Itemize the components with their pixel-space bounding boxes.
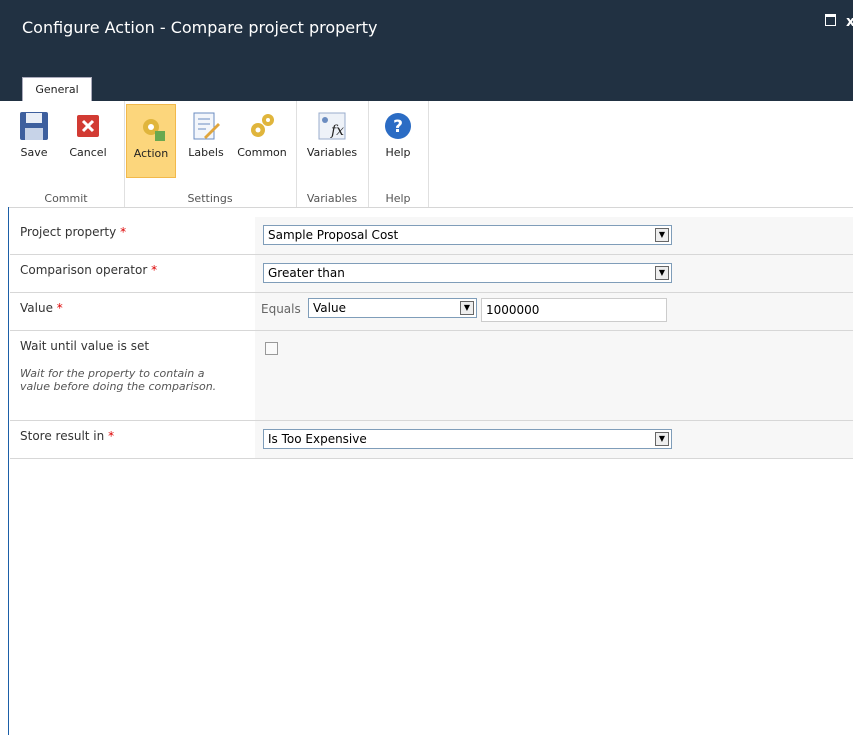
store-result-in-label: Store result in * [20, 429, 115, 443]
comparison-operator-input-cell: Greater than ▼ [255, 255, 853, 292]
row-comparison-operator: Comparison operator * Greater than ▼ [10, 255, 853, 293]
form-spacer [10, 207, 853, 217]
comparison-operator-select[interactable]: Greater than ▼ [263, 263, 672, 283]
row-value: Value * Equals Value ▼ 1000000 [10, 293, 853, 331]
cancel-label: Cancel [69, 146, 107, 159]
project-property-input-cell: Sample Proposal Cost ▼ [255, 217, 853, 254]
labels-label: Labels [188, 146, 224, 159]
cancel-button[interactable]: Cancel [62, 104, 114, 176]
variables-button[interactable]: fx Variables [304, 104, 360, 176]
help-button[interactable]: ? Help [376, 104, 420, 176]
comparison-operator-label: Comparison operator * [20, 263, 158, 277]
common-gear-icon [251, 114, 274, 137]
required-mark: * [56, 301, 63, 315]
help-label: Help [385, 146, 411, 159]
required-mark: * [151, 263, 158, 277]
dialog-title-bar: Configure Action - Compare project prope… [0, 0, 853, 102]
value-input-cell: Equals Value ▼ 1000000 [255, 293, 853, 330]
window-controls: x [819, 14, 853, 30]
cancel-icon [77, 115, 99, 137]
ribbon-group-label-help: Help [385, 192, 411, 205]
chevron-down-icon[interactable]: ▼ [655, 432, 669, 446]
wait-until-set-input-cell [255, 331, 853, 420]
value-type-select[interactable]: Value ▼ [308, 298, 477, 318]
value-input[interactable]: 1000000 [481, 298, 667, 322]
common-button[interactable]: Common [234, 104, 290, 176]
value-label: Value * [20, 301, 63, 315]
project-property-label: Project property * [20, 225, 127, 239]
project-property-select[interactable]: Sample Proposal Cost ▼ [263, 225, 672, 245]
store-result-in-select[interactable]: Is Too Expensive ▼ [263, 429, 672, 449]
close-icon[interactable]: x [846, 14, 853, 30]
ribbon: Save Cancel Commit Action Labels Common … [8, 101, 853, 208]
ribbon-group-settings: Action Labels Common Settings [124, 101, 297, 207]
action-button[interactable]: Action [126, 104, 176, 178]
action-label: Action [133, 147, 169, 160]
left-border [8, 207, 9, 735]
ribbon-group-variables: fx Variables Variables [296, 101, 369, 207]
wait-until-set-label: Wait until value is set [20, 339, 150, 353]
store-result-in-input-cell: Is Too Expensive ▼ [255, 421, 853, 458]
ribbon-group-commit: Save Cancel Commit [8, 101, 125, 207]
chevron-down-icon[interactable]: ▼ [655, 266, 669, 280]
action-gear-icon [143, 119, 165, 141]
row-store-result-in: Store result in * Is Too Expensive ▼ [10, 421, 853, 459]
variables-label: Variables [306, 146, 358, 159]
wait-until-set-checkbox[interactable] [265, 342, 278, 355]
ribbon-group-label-settings: Settings [187, 192, 233, 205]
row-project-property: Project property * Sample Proposal Cost … [10, 217, 853, 255]
row-wait-until-set: Wait until value is set Wait for the pro… [10, 331, 853, 421]
svg-text:fx: fx [330, 123, 344, 139]
ribbon-group-help: ? Help Help [368, 101, 429, 207]
action-form: Project property * Sample Proposal Cost … [10, 207, 853, 459]
ribbon-group-label-commit: Commit [44, 192, 88, 205]
value-type-value: Value [313, 301, 346, 315]
save-icon [20, 112, 48, 140]
save-label: Save [20, 146, 48, 159]
maximize-icon[interactable] [824, 14, 836, 26]
wait-until-set-help: Wait for the property to contain a value… [20, 367, 217, 393]
equals-label: Equals [261, 302, 301, 316]
comparison-operator-value: Greater than [268, 266, 345, 280]
svg-text:?: ? [393, 117, 403, 137]
required-mark: * [120, 225, 127, 239]
common-label: Common [237, 146, 287, 159]
labels-button[interactable]: Labels [182, 104, 230, 176]
project-property-value: Sample Proposal Cost [268, 228, 399, 242]
variables-fx-icon: fx [318, 112, 346, 140]
save-button[interactable]: Save [14, 104, 54, 176]
chevron-down-icon[interactable]: ▼ [655, 228, 669, 242]
dialog-title: Configure Action - Compare project prope… [22, 18, 378, 37]
required-mark: * [108, 429, 115, 443]
help-icon: ? [385, 113, 411, 139]
chevron-down-icon[interactable]: ▼ [460, 301, 474, 315]
ribbon-group-label-variables: Variables [306, 192, 358, 205]
store-result-in-value: Is Too Expensive [268, 432, 367, 446]
tab-general[interactable]: General [22, 77, 92, 102]
labels-icon [193, 112, 220, 140]
